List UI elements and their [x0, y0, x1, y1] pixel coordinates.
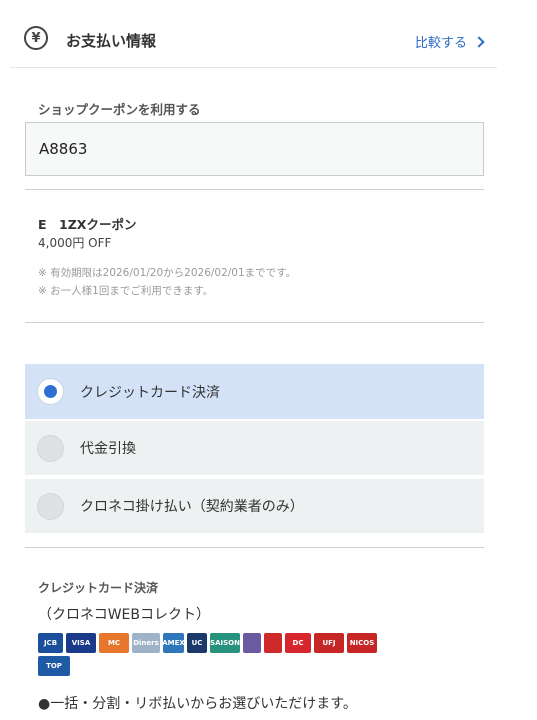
- coupon-code-input[interactable]: [25, 122, 484, 176]
- coupon-name: E 1ZXクーポン: [38, 217, 137, 232]
- dc-logo-icon: DC: [285, 633, 311, 653]
- coupon-amount: 4,000円 OFF: [38, 236, 112, 250]
- payment-footnote: ●一括・分割・リボ払いからお選びいただけます。: [38, 696, 357, 712]
- ufj-logo-icon: UFJ: [314, 633, 344, 653]
- compare-link[interactable]: 比較する: [414, 32, 485, 51]
- radio-button-selected[interactable]: [37, 378, 64, 405]
- nicos-logo-icon: NICOS: [347, 633, 377, 653]
- payment-info-header: ¥ お支払い情報 比較する: [10, 16, 497, 68]
- card-logo-icon: [243, 633, 261, 653]
- payment-option-kuroneko-invoice[interactable]: クロネコ掛け払い（契約業者のみ）: [25, 479, 484, 533]
- credit-card-section-title: クレジットカード決済: [38, 581, 159, 595]
- payment-option-credit-card[interactable]: クレジットカード決済: [25, 364, 484, 419]
- amex-logo-icon: AMEX: [163, 633, 184, 653]
- payment-option-label: クレジットカード決済: [80, 384, 220, 401]
- compare-label: 比較する: [414, 36, 467, 51]
- uc-logo-icon: UC: [187, 633, 207, 653]
- coupon-note-validity: ※ 有効期限は2026/01/20から2026/02/01までです。: [38, 267, 297, 279]
- yen-icon: ¥: [24, 26, 48, 50]
- divider: [25, 322, 484, 323]
- divider: [25, 189, 484, 190]
- mastercard-logo-icon: MC: [99, 633, 129, 653]
- page-title: お支払い情報: [66, 32, 157, 50]
- radio-button[interactable]: [37, 492, 64, 520]
- chevron-right-icon: [473, 36, 485, 48]
- radio-button[interactable]: [37, 434, 64, 462]
- saison-logo-icon: SAISON: [210, 633, 240, 653]
- top-card-logo-icon: TOP: [38, 656, 70, 676]
- card-brand-logos: JCB VISA MC Diners AMEX UC SAISON DC UFJ…: [38, 633, 398, 676]
- visa-logo-icon: VISA: [66, 633, 96, 653]
- credit-card-provider: （クロネコWEBコレクト）: [38, 607, 211, 623]
- coupon-note-limit: ※ お一人様1回までご利用できます。: [38, 285, 214, 297]
- payment-option-label: クロネコ掛け払い（契約業者のみ）: [80, 499, 304, 515]
- divider: [25, 547, 484, 548]
- card-logo-icon: [264, 633, 282, 653]
- diners-logo-icon: Diners: [132, 633, 160, 653]
- payment-option-cod[interactable]: 代金引換: [25, 421, 484, 475]
- jcb-logo-icon: JCB: [38, 633, 63, 653]
- coupon-label: ショップクーポンを利用する: [38, 102, 201, 117]
- payment-option-label: 代金引換: [80, 441, 136, 457]
